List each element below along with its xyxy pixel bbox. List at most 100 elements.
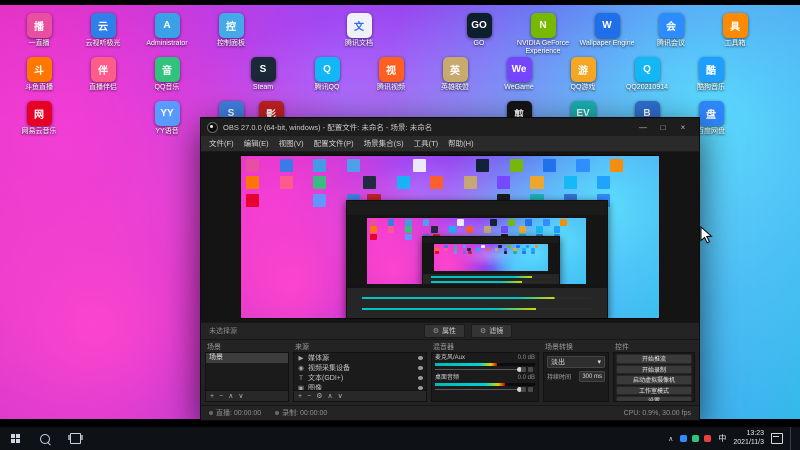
ime-indicator[interactable]: 中 [718, 433, 726, 444]
control-button[interactable]: 启动虚拟摄像机 [616, 375, 692, 385]
mini-desktop-icon [444, 247, 448, 252]
desktop-icon[interactable]: 斗斗鱼直播 [10, 57, 68, 92]
scenes-toolbar-button[interactable]: ∧ [228, 393, 233, 400]
source-label: 媒体源 [308, 355, 329, 362]
desktop-icon[interactable]: 游 QQ游戏 [554, 57, 612, 92]
desktop-icon-label: 腾讯会议 [657, 40, 685, 47]
desktop-icon[interactable]: 云云视听极光 [74, 13, 132, 48]
scenes-toolbar-button[interactable]: + [210, 393, 214, 400]
obs-logo-icon [207, 121, 218, 133]
source-list-item[interactable]: T 文本(GDI+) [294, 373, 426, 383]
source-list-item[interactable]: ▶ 媒体源 [294, 353, 426, 363]
scenes-toolbar-button[interactable]: ∨ [238, 393, 243, 400]
desktop-icon[interactable]: W Wallpaper Engine [578, 13, 636, 48]
mini-desktop-icon [313, 193, 327, 207]
desktop-icon[interactable]: We WeGame [490, 57, 548, 92]
desktop-icon[interactable]: 播一直播 [10, 13, 68, 48]
tray-icon-red[interactable] [704, 435, 712, 442]
desktop-icon[interactable]: GO GO [450, 13, 508, 48]
sources-toolbar-button[interactable]: − [307, 393, 311, 400]
desktop-icon[interactable]: 会腾讯会议 [642, 13, 700, 48]
source-toolbar-button[interactable]: ⚙ 滤镜 [471, 324, 513, 338]
transition-select[interactable]: 淡出 ▾ [547, 356, 605, 368]
mini-desktop-icon [497, 176, 511, 190]
speaker-icon[interactable] [521, 367, 526, 372]
menu-item[interactable]: 视图(V) [279, 138, 304, 149]
desktop-icon[interactable]: Q QQ20210914 [618, 57, 676, 92]
channel-settings-icon[interactable] [528, 387, 533, 392]
sources-toolbar-button[interactable]: ⚙ [316, 393, 322, 400]
show-desktop-button[interactable] [790, 427, 794, 450]
speaker-icon[interactable] [521, 387, 526, 392]
visibility-eye-icon[interactable] [418, 366, 423, 370]
obs-titlebar[interactable]: OBS 27.0.0 (64-bit, windows) - 配置文件: 未命名… [201, 118, 699, 136]
tray-icon-blue[interactable] [680, 435, 688, 442]
source-toolbar-button[interactable]: ⚙ 属性 [423, 324, 465, 338]
desktop-icon[interactable]: YY YY语音 [138, 101, 196, 136]
start-button[interactable] [0, 427, 30, 450]
close-button[interactable]: × [673, 119, 693, 135]
sources-toolbar-button[interactable]: + [298, 393, 302, 400]
task-view-icon [67, 433, 83, 444]
image-source-icon: ▣ [297, 385, 305, 391]
mini-desktop-icon [396, 176, 410, 190]
desktop-icon[interactable]: A Administrator [138, 13, 196, 48]
action-center-icon[interactable] [771, 433, 783, 444]
menu-item[interactable]: 场景集合(S) [364, 138, 404, 149]
mini-desktop-icon [498, 244, 502, 249]
volume-meter [435, 383, 535, 386]
control-button[interactable]: 开始推流 [616, 354, 692, 364]
taskbar-clock[interactable]: 13:23 2021/11/3 [733, 430, 764, 448]
obs-preview-area[interactable] [201, 152, 699, 322]
desktop-icon[interactable]: 文腾讯文档 [330, 13, 388, 48]
tray-expand-chevron-icon[interactable]: ∧ [668, 435, 673, 443]
sources-toolbar-button[interactable]: ∨ [338, 393, 343, 400]
search-button[interactable] [30, 427, 60, 450]
desktop-icon-label: QQ游戏 [570, 84, 596, 91]
minimize-button[interactable]: — [633, 119, 653, 135]
maximize-button[interactable]: □ [653, 119, 673, 135]
sources-panel: 来源 ▶媒体源◉视频采集设备T文本(GDI+)▣图像□窗口采集 +−⚙∧∨ [293, 343, 427, 402]
desktop-icon-label: 直播伴侣 [89, 84, 117, 91]
duration-spinner[interactable]: 300 ms [579, 371, 605, 382]
tray-icon-green[interactable] [692, 435, 700, 442]
menu-item[interactable]: 配置文件(P) [314, 138, 354, 149]
menu-item[interactable]: 帮助(H) [448, 138, 473, 149]
desktop-icon[interactable]: Q 腾讯QQ [298, 57, 356, 92]
desktop-icon-label: 腾讯文档 [345, 40, 373, 47]
source-list-item[interactable]: ▣ 图像 [294, 383, 426, 391]
sources-toolbar-button[interactable]: ∧ [327, 393, 332, 400]
desktop-icon[interactable]: 酷酷狗音乐 [682, 57, 740, 92]
desktop-icon[interactable]: 网网易云音乐 [10, 101, 68, 136]
visibility-eye-icon[interactable] [418, 356, 423, 360]
desktop-icon[interactable]: S Steam [234, 57, 292, 92]
mini-desktop-icon [279, 159, 293, 173]
scene-list-item[interactable]: 场景 [206, 353, 288, 363]
menu-item[interactable]: 编辑(E) [244, 138, 269, 149]
desktop-icon[interactable]: 控控制面板 [202, 13, 260, 48]
mini-desktop-icon [387, 226, 395, 234]
task-view-button[interactable] [60, 427, 90, 450]
mini-desktop-icon [413, 159, 427, 173]
source-list-item[interactable]: ◉ 视频采集设备 [294, 363, 426, 373]
scenes-toolbar-button[interactable]: − [219, 393, 223, 400]
mini-desktop-icon [560, 219, 568, 226]
desktop-icon[interactable]: 音 QQ音乐 [138, 57, 196, 92]
volume-slider[interactable] [435, 387, 535, 392]
menu-item[interactable]: 工具(T) [414, 138, 439, 149]
controls-panel-title: 控件 [615, 344, 629, 351]
visibility-eye-icon[interactable] [418, 376, 423, 380]
desktop-icon[interactable]: N NVIDIA GeForce Experience [514, 13, 572, 56]
desktop-icon[interactable]: 英英雄联盟 [426, 57, 484, 92]
volume-slider[interactable] [435, 367, 535, 372]
visibility-eye-icon[interactable] [418, 386, 423, 390]
control-button[interactable]: 设置 [616, 396, 692, 401]
control-button[interactable]: 工作室模式 [616, 385, 692, 395]
desktop-icon-label: Steam [252, 84, 274, 91]
desktop-icon[interactable]: 视腾讯视频 [362, 57, 420, 92]
control-button[interactable]: 开始录制 [616, 364, 692, 374]
desktop-icon[interactable]: 伴直播伴侣 [74, 57, 132, 92]
desktop-icon[interactable]: 具工具箱 [706, 13, 764, 48]
menu-item[interactable]: 文件(F) [209, 138, 234, 149]
channel-settings-icon[interactable] [528, 367, 533, 372]
